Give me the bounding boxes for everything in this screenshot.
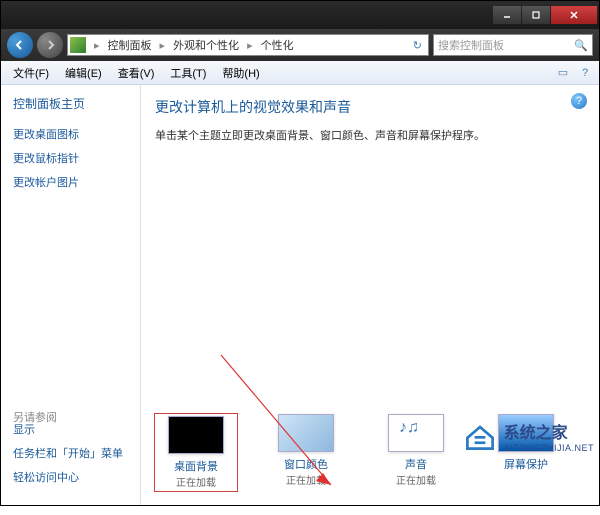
tile-status: 正在加载 [176,474,216,489]
sidebar-link-account-picture[interactable]: 更改帐户图片 [13,170,128,194]
screensaver-thumb [498,414,554,452]
tile-sound[interactable]: 声音 正在加载 [375,414,457,491]
organize-icon[interactable]: ▭ [553,64,573,82]
menu-tools[interactable]: 工具(T) [162,63,214,83]
titlebar [1,1,599,29]
menu-view[interactable]: 查看(V) [110,63,163,83]
page-heading: 更改计算机上的视觉效果和声音 [155,97,585,117]
see-also-taskbar[interactable]: 任务栏和「开始」菜单 [13,441,123,465]
chevron-right-icon[interactable]: ▸ [156,39,170,52]
menu-edit[interactable]: 编辑(E) [57,63,110,83]
see-also-display[interactable]: 显示 [13,417,123,441]
refresh-icon[interactable]: ↻ [409,39,426,52]
content-body: 控制面板主页 更改桌面图标 更改鼠标指针 更改帐户图片 另请参阅 显示 任务栏和… [1,85,599,505]
minimize-button[interactable] [493,6,521,24]
breadcrumb[interactable]: ▸ 控制面板 ▸ 外观和个性化 ▸ 个性化 ↻ [67,34,429,56]
sidebar-home-link[interactable]: 控制面板主页 [13,95,128,112]
bc-item-control-panel[interactable]: 控制面板 [104,35,156,55]
bc-item-personalization[interactable]: 个性化 [257,35,298,55]
menu-file[interactable]: 文件(F) [5,63,57,83]
sidebar-link-mouse-pointer[interactable]: 更改鼠标指针 [13,146,128,170]
navbar: ▸ 控制面板 ▸ 外观和个性化 ▸ 个性化 ↻ 搜索控制面板 🔍 [1,29,599,61]
tile-label: 屏幕保护 [504,456,548,472]
tile-screensaver[interactable]: 屏幕保护 [485,414,567,491]
window: ▸ 控制面板 ▸ 外观和个性化 ▸ 个性化 ↻ 搜索控制面板 🔍 文件(F) 编… [0,0,600,506]
close-button[interactable] [551,6,597,24]
maximize-button[interactable] [522,6,550,24]
control-panel-icon [70,37,86,53]
sidebar-link-desktop-icons[interactable]: 更改桌面图标 [13,122,128,146]
tile-desktop-background[interactable]: 桌面背景 正在加载 [155,414,237,491]
tile-status: 正在加载 [286,472,326,487]
chevron-right-icon[interactable]: ▸ [243,39,257,52]
search-icon[interactable]: 🔍 [574,39,588,52]
tile-window-color[interactable]: 窗口颜色 正在加载 [265,414,347,491]
tile-label: 声音 [405,456,427,472]
help-dropdown-icon[interactable]: ? [575,64,595,82]
menubar: 文件(F) 编辑(E) 查看(V) 工具(T) 帮助(H) ▭ ? [1,61,599,85]
forward-button[interactable] [37,32,63,58]
see-also-ease-of-access[interactable]: 轻松访问中心 [13,465,123,489]
bc-item-appearance[interactable]: 外观和个性化 [169,35,243,55]
back-button[interactable] [7,32,33,58]
window-color-thumb [278,414,334,452]
search-placeholder: 搜索控制面板 [438,37,504,53]
help-icon[interactable]: ? [571,93,587,109]
tile-status: 正在加载 [396,472,436,487]
desktop-background-thumb [168,416,224,454]
sound-thumb [388,414,444,452]
sidebar: 控制面板主页 更改桌面图标 更改鼠标指针 更改帐户图片 另请参阅 显示 任务栏和… [1,85,141,505]
search-input[interactable]: 搜索控制面板 🔍 [433,34,593,56]
tile-label: 桌面背景 [174,458,218,474]
tile-label: 窗口颜色 [284,456,328,472]
chevron-right-icon[interactable]: ▸ [90,39,104,52]
menu-help[interactable]: 帮助(H) [214,63,267,83]
bottom-tiles: 桌面背景 正在加载 窗口颜色 正在加载 声音 正在加载 屏幕保护 [155,414,585,491]
main-panel: ? 更改计算机上的视觉效果和声音 单击某个主题立即更改桌面背景、窗口颜色、声音和… [141,85,599,505]
themes-list[interactable] [155,151,585,391]
page-description: 单击某个主题立即更改桌面背景、窗口颜色、声音和屏幕保护程序。 [155,127,585,143]
